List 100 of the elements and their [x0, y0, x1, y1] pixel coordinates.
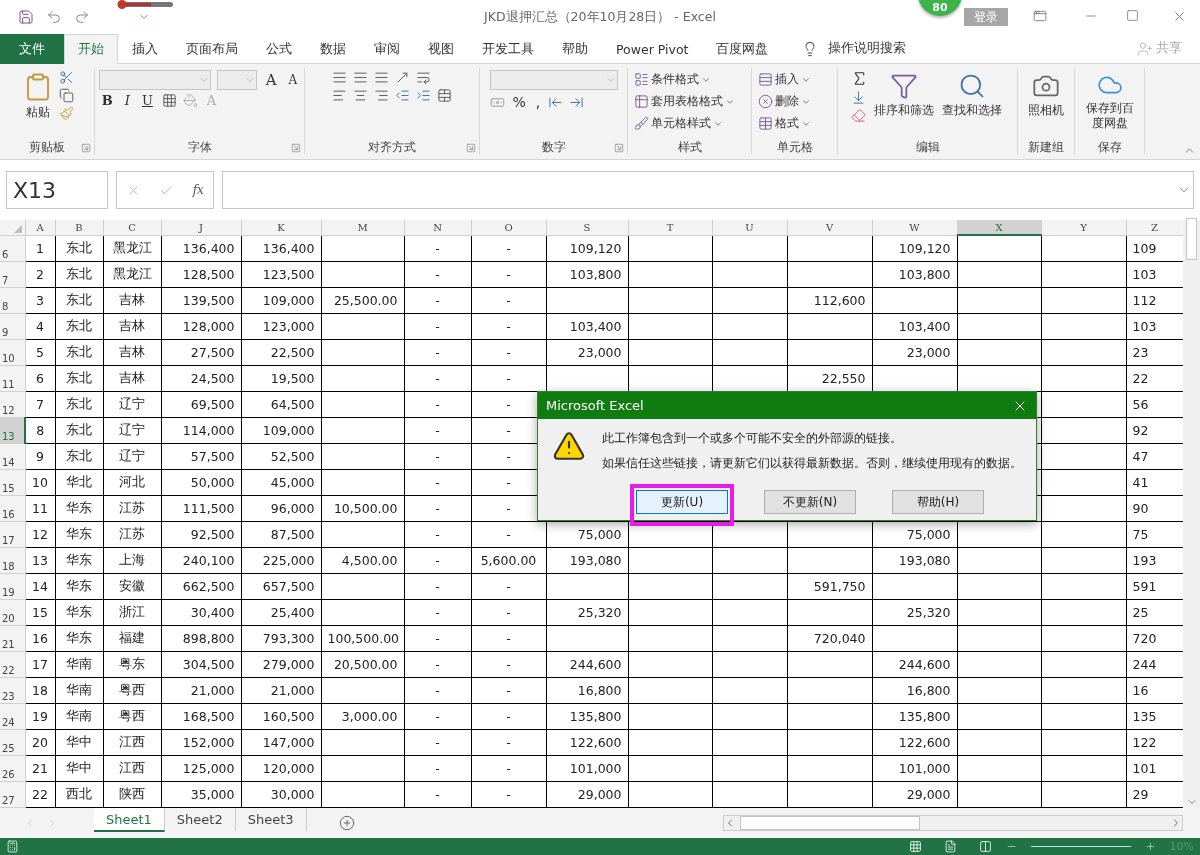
- table-cell: 西北: [55, 781, 103, 807]
- user-plus-icon: [1137, 40, 1153, 57]
- row-header[interactable]: 24: [0, 703, 25, 729]
- dialog-message: 此工作簿包含到一个或多个可能不安全的外部源的链接。: [602, 431, 903, 446]
- row-header[interactable]: 18: [0, 547, 25, 573]
- ribbon-tab[interactable]: Power Pivot: [602, 34, 703, 64]
- row-header[interactable]: 6: [0, 235, 25, 261]
- column-header[interactable]: A: [25, 220, 55, 235]
- table-cell: -: [471, 703, 546, 729]
- row-header[interactable]: 26: [0, 755, 25, 781]
- ribbon-tab[interactable]: 文件: [0, 34, 64, 64]
- row-header[interactable]: 21: [0, 625, 25, 651]
- comma-button[interactable]: ,: [533, 93, 543, 111]
- ribbon-tab[interactable]: 数据: [306, 34, 360, 64]
- row-header[interactable]: 19: [0, 573, 25, 599]
- sheet-tab[interactable]: Sheet2: [164, 808, 236, 832]
- table-cell: 30,000: [241, 781, 321, 807]
- dialog-button[interactable]: 帮助(H): [892, 490, 984, 514]
- row-header[interactable]: 12: [0, 391, 25, 417]
- number-format-field[interactable]: [489, 70, 618, 90]
- column-header[interactable]: Y: [1041, 220, 1126, 235]
- row-header[interactable]: 8: [0, 287, 25, 313]
- ribbon-menu-button[interactable]: 条件格式: [632, 70, 737, 89]
- scroll-thumb[interactable]: [1186, 218, 1197, 260]
- shrink-font-button[interactable]: A: [285, 73, 301, 87]
- table-cell: 辽宁: [103, 391, 161, 417]
- column-header[interactable]: M: [321, 220, 404, 235]
- ribbon-menu-button[interactable]: 单元格样式: [632, 114, 737, 133]
- tell-me-search[interactable]: 操作说明搜索: [796, 34, 913, 63]
- horizontal-scrollbar[interactable]: [723, 815, 1183, 831]
- column-header[interactable]: J: [161, 220, 241, 235]
- row-header[interactable]: 10: [0, 339, 25, 365]
- table-cell: -: [471, 287, 546, 313]
- ribbon-tab[interactable]: 页面布局: [172, 34, 252, 64]
- table-cell: 5: [25, 339, 55, 365]
- sheet-tab[interactable]: Sheet3: [235, 808, 307, 832]
- ribbon-tab[interactable]: 开发工具: [468, 34, 548, 64]
- camera-button[interactable]: 照相机: [1026, 70, 1066, 120]
- row-header[interactable]: 17: [0, 521, 25, 547]
- ribbon-menu-button[interactable]: 插入: [756, 70, 813, 89]
- row-header[interactable]: 11: [0, 365, 25, 391]
- row-header[interactable]: 20: [0, 599, 25, 625]
- column-header[interactable]: B: [55, 220, 103, 235]
- ribbon-menu-button[interactable]: 删除: [756, 92, 813, 111]
- percent-button[interactable]: %: [510, 93, 528, 111]
- table-cell: 20: [25, 729, 55, 755]
- ribbon-tab[interactable]: 帮助: [548, 34, 602, 64]
- column-header[interactable]: O: [471, 220, 546, 235]
- column-header[interactable]: S: [546, 220, 628, 235]
- ribbon-tab[interactable]: 插入: [118, 34, 172, 64]
- column-header[interactable]: X: [957, 220, 1041, 235]
- grow-font-button[interactable]: A: [262, 71, 280, 89]
- ribbon-menu-button[interactable]: 格式: [756, 114, 813, 133]
- ribbon-tab[interactable]: 百度网盘: [702, 34, 783, 64]
- bold-button[interactable]: B: [98, 93, 116, 108]
- row-header[interactable]: 22: [0, 651, 25, 677]
- ribbon-menu-button[interactable]: 套用表格格式: [632, 92, 737, 111]
- row-header[interactable]: 16: [0, 495, 25, 521]
- dialog-button[interactable]: 更新(U): [636, 490, 728, 514]
- row-header[interactable]: 27: [0, 781, 25, 807]
- column-header[interactable]: K: [241, 220, 321, 235]
- paste-button[interactable]: 粘贴: [20, 70, 55, 122]
- table-cell: 黑龙江: [103, 261, 161, 287]
- warning-icon: [552, 429, 586, 463]
- row-header[interactable]: 7: [0, 261, 25, 287]
- column-header[interactable]: C: [103, 220, 161, 235]
- underline-button[interactable]: U: [138, 93, 156, 108]
- table-cell: 华南: [55, 677, 103, 703]
- table-cell: 25,320: [546, 599, 628, 625]
- scroll-thumb[interactable]: [740, 816, 920, 830]
- row-header[interactable]: 15: [0, 469, 25, 495]
- italic-button[interactable]: I: [121, 93, 133, 108]
- row-header[interactable]: 25: [0, 729, 25, 755]
- column-header[interactable]: V: [787, 220, 872, 235]
- row-header[interactable]: 13: [0, 417, 25, 443]
- name-box[interactable]: X13: [6, 171, 108, 209]
- column-header[interactable]: Z: [1126, 220, 1183, 235]
- font-name-field[interactable]: [98, 70, 211, 90]
- ribbon-tab[interactable]: 视图: [414, 34, 468, 64]
- column-header[interactable]: U: [712, 220, 787, 235]
- column-header[interactable]: T: [628, 220, 712, 235]
- find-select-button[interactable]: 查找和选择: [940, 70, 1004, 120]
- column-header[interactable]: W: [872, 220, 957, 235]
- row-header[interactable]: 23: [0, 677, 25, 703]
- save-to-cloud-button[interactable]: 保存到百度网盘: [1079, 70, 1140, 133]
- insert-function-button[interactable]: fx: [192, 183, 204, 197]
- column-header[interactable]: N: [404, 220, 471, 235]
- row-header[interactable]: 9: [0, 313, 25, 339]
- font-size-field[interactable]: [216, 70, 257, 90]
- ribbon-tab[interactable]: 开始: [64, 34, 118, 64]
- formula-field[interactable]: [222, 171, 1194, 209]
- vertical-scrollbar[interactable]: [1183, 220, 1200, 808]
- sheet-tab[interactable]: Sheet1: [94, 808, 165, 832]
- dialog-button[interactable]: 不更新(N): [764, 490, 856, 514]
- table-cell: 粤东: [103, 651, 161, 677]
- sort-filter-button[interactable]: 排序和筛选: [872, 70, 936, 120]
- triangle-icon: [13, 224, 22, 233]
- ribbon-tab[interactable]: 公式: [252, 34, 306, 64]
- ribbon-tab[interactable]: 审阅: [360, 34, 414, 64]
- row-header[interactable]: 14: [0, 443, 25, 469]
